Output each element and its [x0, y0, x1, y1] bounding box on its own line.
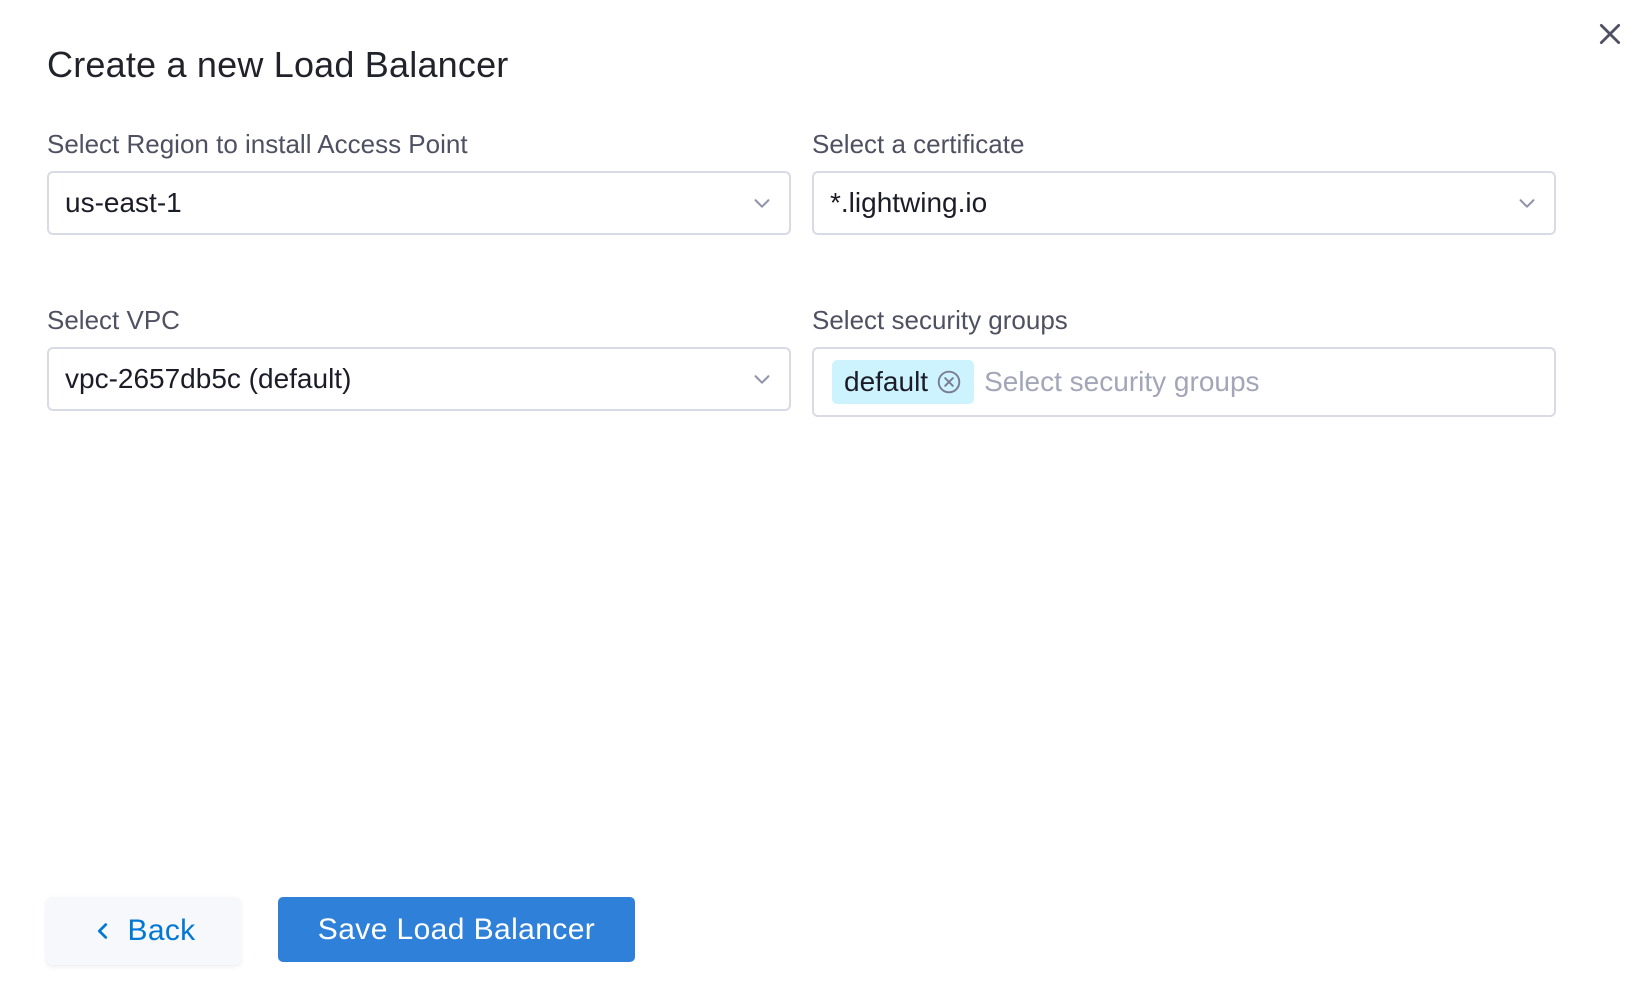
save-load-balancer-button[interactable]: Save Load Balancer	[278, 897, 635, 962]
dialog-title: Create a new Load Balancer	[47, 44, 509, 85]
security-group-tag-label: default	[844, 366, 929, 397]
security-groups-label: Select security groups	[812, 305, 1068, 335]
vpc-label: Select VPC	[47, 305, 180, 335]
create-load-balancer-dialog: Create a new Load Balancer Select Region…	[0, 0, 1636, 996]
security-groups-field: Select security groups default	[812, 303, 1556, 417]
vpc-select[interactable]: vpc-2657db5c (default)	[47, 347, 791, 411]
chevron-left-icon	[92, 920, 114, 942]
vpc-field: Select VPC vpc-2657db5c (default)	[47, 303, 791, 411]
region-value: us-east-1	[65, 187, 182, 218]
certificate-field: Select a certificate *.lightwing.io	[812, 127, 1556, 235]
region-select[interactable]: us-east-1	[47, 171, 791, 235]
close-button[interactable]	[1594, 20, 1626, 52]
save-button-label: Save Load Balancer	[317, 912, 596, 946]
vpc-value: vpc-2657db5c (default)	[65, 363, 352, 394]
close-icon	[1597, 21, 1623, 52]
back-button-label: Back	[127, 914, 196, 947]
remove-circle-icon[interactable]	[936, 369, 962, 395]
security-groups-input[interactable]	[984, 366, 1425, 398]
security-group-tag: default	[832, 360, 975, 404]
chevron-down-icon	[1516, 192, 1538, 214]
chevron-down-icon	[751, 192, 773, 214]
region-field: Select Region to install Access Point us…	[47, 127, 791, 235]
security-groups-multiselect[interactable]: default	[812, 347, 1556, 417]
certificate-select[interactable]: *.lightwing.io	[812, 171, 1556, 235]
back-button[interactable]: Back	[46, 897, 241, 965]
region-label: Select Region to install Access Point	[47, 129, 468, 159]
certificate-label: Select a certificate	[812, 129, 1025, 159]
chevron-down-icon	[751, 368, 773, 390]
certificate-value: *.lightwing.io	[830, 187, 988, 218]
